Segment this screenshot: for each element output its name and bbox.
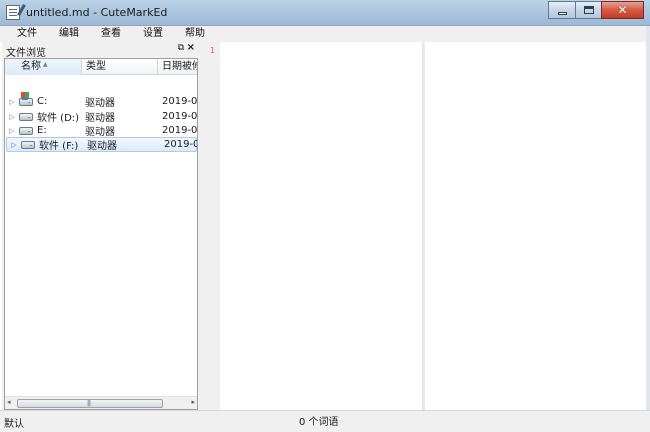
row-date: 2019-01- bbox=[162, 125, 198, 136]
menu-help[interactable]: 帮助 bbox=[174, 26, 216, 42]
drive-icon bbox=[21, 140, 35, 149]
expand-arrow-icon[interactable]: ▷ bbox=[5, 127, 19, 135]
html-preview[interactable] bbox=[425, 42, 648, 410]
tree-header: ▲ 名称 类型 日期被修 bbox=[5, 59, 197, 75]
dock-header: 文件浏览 ⧉ × bbox=[2, 42, 198, 59]
menu-bar: 文件 编辑 查看 设置 帮助 bbox=[0, 26, 650, 42]
row-date: 2019-01- bbox=[164, 139, 197, 150]
row-name: C: bbox=[37, 96, 48, 107]
dock-close-icon[interactable]: × bbox=[187, 42, 195, 53]
minimize-button[interactable] bbox=[548, 1, 575, 19]
row-date: 2019-01- bbox=[162, 96, 198, 107]
row-name: 软件 (D:) bbox=[37, 113, 80, 124]
dock-float-icon[interactable]: ⧉ bbox=[178, 43, 184, 53]
row-type: 驱动器 bbox=[85, 127, 115, 138]
tree-row-d[interactable]: ▷ 软件 (D:) 驱动器 2019-01- bbox=[5, 109, 198, 124]
file-browser-dock: 文件浏览 ⧉ × ▲ 名称 类型 日期被修 ▷ C: 驱动器 2019-01- … bbox=[2, 42, 198, 410]
menu-view[interactable]: 查看 bbox=[90, 26, 132, 42]
title-bar: untitled.md - CuteMarkEd ✕ bbox=[0, 0, 650, 26]
column-name-label: 名称 bbox=[21, 61, 41, 72]
dock-splitter[interactable] bbox=[198, 42, 220, 410]
expand-arrow-icon[interactable]: ▷ bbox=[5, 98, 19, 106]
scroll-thumb[interactable]: ||| bbox=[17, 399, 163, 408]
tree-row-f[interactable]: ▷ 软件 (F:) 驱动器 2019-01- bbox=[6, 137, 197, 152]
status-bar: 默认 0 个词语 bbox=[0, 410, 650, 432]
column-date[interactable]: 日期被修 bbox=[158, 59, 197, 75]
maximize-button[interactable] bbox=[575, 1, 601, 19]
minimize-icon bbox=[557, 11, 567, 15]
close-icon: ✕ bbox=[617, 3, 628, 17]
row-type: 驱动器 bbox=[87, 141, 117, 152]
column-type[interactable]: 类型 bbox=[82, 59, 158, 75]
row-type: 驱动器 bbox=[85, 98, 115, 109]
word-count: 0 个词语 bbox=[299, 417, 339, 428]
scroll-grip-icon: ||| bbox=[87, 400, 91, 407]
horizontal-scrollbar[interactable]: ◂ ||| ▸ bbox=[5, 396, 197, 409]
scroll-right-icon[interactable]: ▸ bbox=[191, 398, 195, 406]
line-number: 1 bbox=[210, 46, 216, 55]
tree-row-c[interactable]: ▷ C: 驱动器 2019-01- bbox=[5, 91, 198, 109]
menu-settings[interactable]: 设置 bbox=[132, 26, 174, 42]
sort-arrow-icon: ▲ bbox=[43, 61, 48, 68]
close-button[interactable]: ✕ bbox=[601, 1, 644, 19]
row-name: 软件 (F:) bbox=[39, 141, 79, 152]
menu-file[interactable]: 文件 bbox=[6, 26, 48, 42]
system-drive-icon bbox=[19, 91, 33, 106]
tree-row-e[interactable]: ▷ E: 驱动器 2019-01- bbox=[5, 123, 198, 138]
scroll-left-icon[interactable]: ◂ bbox=[7, 398, 11, 406]
maximize-icon bbox=[583, 6, 594, 14]
expand-arrow-icon[interactable]: ▷ bbox=[5, 113, 19, 121]
column-name[interactable]: ▲ 名称 bbox=[5, 59, 82, 75]
row-date: 2019-01- bbox=[162, 111, 198, 122]
dock-title: 文件浏览 bbox=[6, 48, 46, 59]
menu-edit[interactable]: 编辑 bbox=[48, 26, 90, 42]
app-icon bbox=[6, 5, 20, 20]
file-tree[interactable]: ▲ 名称 类型 日期被修 ▷ C: 驱动器 2019-01- ▷ 软件 (D:)… bbox=[4, 58, 198, 410]
status-style: 默认 bbox=[4, 419, 24, 430]
row-name: E: bbox=[37, 125, 47, 136]
drive-icon bbox=[19, 126, 33, 135]
window-border bbox=[646, 26, 650, 432]
expand-arrow-icon[interactable]: ▷ bbox=[7, 141, 21, 149]
window-title: untitled.md - CuteMarkEd bbox=[26, 6, 168, 19]
drive-icon bbox=[19, 112, 33, 121]
markdown-editor[interactable]: 1 bbox=[210, 42, 422, 410]
window-controls: ✕ bbox=[548, 1, 644, 19]
row-type: 驱动器 bbox=[85, 113, 115, 124]
